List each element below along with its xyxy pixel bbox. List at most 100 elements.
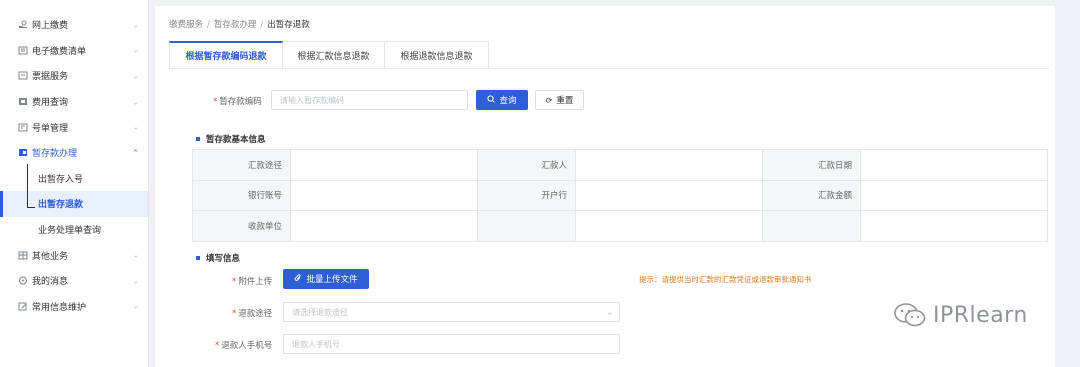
breadcrumb: 缴费服务 / 暂存款办理 / 出暂存退款 bbox=[169, 18, 310, 30]
refund-method-select[interactable]: 请选择退款途径 ⌄ bbox=[283, 302, 620, 322]
sidebar-subitem-label: 出暂存退款 bbox=[38, 200, 84, 211]
sidebar: 网上缴费 ⌄ 电子缴费清单 ⌄ 票据服务 ⌄ 费用查询 ⌄ 号单管理 ⌄ 暂存款… bbox=[0, 0, 149, 367]
attachment-label: * 附件上传 bbox=[232, 275, 272, 287]
chevron-down-icon: ⌄ bbox=[132, 276, 139, 286]
chevron-down-icon: ⌄ bbox=[132, 97, 139, 107]
attachment-label-text: 附件上传 bbox=[238, 277, 273, 287]
sidebar-item-label: 常用信息维护 bbox=[32, 302, 87, 313]
sidebar-item-temporary-deposit[interactable]: 暂存款办理 ⌃ bbox=[0, 140, 148, 166]
table-value bbox=[290, 149, 478, 181]
sidebar-item-other-business[interactable]: 其他业务 ⌄ bbox=[0, 242, 148, 268]
table-key: 汇款金额 bbox=[762, 179, 861, 211]
required-mark: * bbox=[213, 97, 218, 107]
table-key bbox=[477, 210, 576, 242]
section-dot bbox=[196, 256, 200, 260]
breadcrumb-current: 出暂存退款 bbox=[267, 20, 310, 30]
sidebar-subitem-label: 出暂存入号 bbox=[38, 174, 84, 185]
chevron-down-icon: ⌄ bbox=[132, 250, 139, 260]
sidebar-item-label: 票据服务 bbox=[32, 72, 69, 83]
sidebar-item-fee-query[interactable]: 费用查询 ⌄ bbox=[0, 89, 148, 115]
watermark: IPRlearn bbox=[893, 302, 1028, 328]
deposit-code-label: * 暂存款编码 bbox=[213, 95, 262, 107]
table-key: 收款单位 bbox=[192, 210, 291, 242]
sidebar-subitem-deposit-refund[interactable]: 出暂存退款 bbox=[0, 191, 148, 217]
table-value bbox=[860, 149, 1048, 181]
sidebar-subitem-label: 业务处理单查询 bbox=[38, 226, 102, 237]
tab-divider bbox=[169, 68, 1049, 69]
tab-refund-by-deposit-code[interactable]: 根据暂存款编码退款 bbox=[169, 41, 283, 69]
receipt-icon bbox=[18, 71, 28, 80]
sidebar-item-label: 费用查询 bbox=[32, 98, 69, 109]
chevron-down-icon: ⌄ bbox=[132, 71, 139, 81]
table-value bbox=[860, 210, 1048, 242]
chevron-down-icon: ⌄ bbox=[606, 307, 613, 317]
table-key: 汇款人 bbox=[477, 149, 576, 181]
chevron-up-icon: ⌃ bbox=[132, 148, 139, 158]
table-value bbox=[575, 149, 763, 181]
tree-connector-tick bbox=[27, 207, 35, 208]
deposit-code-input[interactable]: 请输入暂存款编码 bbox=[271, 90, 468, 110]
sidebar-item-my-messages[interactable]: 我的消息 ⌄ bbox=[0, 268, 148, 294]
sidebar-item-label: 其他业务 bbox=[32, 251, 69, 262]
chevron-down-icon: ⌄ bbox=[132, 45, 139, 55]
table-row: 汇款途径 汇款人 汇款日期 bbox=[192, 149, 1048, 181]
required-mark: * bbox=[232, 309, 237, 319]
sidebar-item-label: 暂存款办理 bbox=[32, 149, 78, 160]
table-key: 银行账号 bbox=[192, 179, 291, 211]
search-fee-icon bbox=[18, 97, 28, 106]
wechat-icon bbox=[894, 303, 926, 327]
tab-refund-by-refund-info[interactable]: 根据退款信息退款 bbox=[385, 41, 489, 69]
sidebar-subitem-order-query[interactable]: 业务处理单查询 bbox=[0, 217, 148, 243]
table-key: 开户行 bbox=[477, 179, 576, 211]
tab-bar: 根据暂存款编码退款 根据汇款信息退款 根据退款信息退款 bbox=[169, 41, 489, 69]
sidebar-item-receipt-service[interactable]: 票据服务 ⌄ bbox=[0, 63, 148, 89]
sidebar-item-online-payment[interactable]: 网上缴费 ⌄ bbox=[0, 12, 148, 38]
refund-method-placeholder: 请选择退款途径 bbox=[292, 307, 348, 317]
section-title-text: 暂存款基本信息 bbox=[206, 135, 266, 145]
paperclip-icon bbox=[294, 274, 302, 284]
breadcrumb-level1[interactable]: 缴费服务 bbox=[169, 20, 203, 30]
table-value bbox=[860, 179, 1048, 211]
section-dot bbox=[196, 137, 200, 141]
table-row: 收款单位 bbox=[192, 210, 1048, 242]
table-key bbox=[762, 210, 861, 242]
required-mark: * bbox=[232, 277, 237, 287]
sidebar-item-label: 电子缴费清单 bbox=[32, 46, 87, 57]
upload-hint: 提示：请提供当时汇款的汇款凭证或退款审批通知书 bbox=[639, 275, 812, 284]
table-row: 银行账号 开户行 汇款金额 bbox=[192, 179, 1048, 211]
deposit-code-label-text: 暂存款编码 bbox=[219, 97, 262, 107]
list-icon bbox=[18, 46, 28, 55]
search-button-label: 查询 bbox=[499, 96, 517, 106]
table-key: 汇款日期 bbox=[762, 149, 861, 181]
chevron-down-icon: ⌄ bbox=[132, 20, 139, 30]
batch-upload-button[interactable]: 批量上传文件 bbox=[283, 269, 369, 289]
deposit-info-table: 汇款途径 汇款人 汇款日期 银行账号 开户行 汇款金额 收款单位 bbox=[192, 149, 1048, 242]
refund-method-label-text: 退款途径 bbox=[238, 309, 273, 319]
chevron-down-icon: ⌄ bbox=[132, 122, 139, 132]
document-icon bbox=[18, 123, 28, 132]
breadcrumb-level2[interactable]: 暂存款办理 bbox=[214, 20, 257, 30]
batch-upload-button-label: 批量上传文件 bbox=[306, 275, 358, 285]
sidebar-item-label: 号单管理 bbox=[32, 123, 69, 134]
sidebar-item-e-payment-list[interactable]: 电子缴费清单 ⌄ bbox=[0, 38, 148, 64]
table-value bbox=[575, 179, 763, 211]
phone-input[interactable]: 退款人手机号 bbox=[283, 334, 620, 354]
search-icon bbox=[487, 95, 496, 105]
grid-icon bbox=[18, 251, 28, 260]
sidebar-item-number-management[interactable]: 号单管理 ⌄ bbox=[0, 114, 148, 140]
watermark-text: IPRlearn bbox=[933, 302, 1028, 328]
reset-button-label: 重置 bbox=[556, 96, 574, 106]
phone-placeholder: 退款人手机号 bbox=[292, 339, 340, 349]
breadcrumb-separator: / bbox=[207, 20, 210, 30]
hand-pay-icon bbox=[18, 20, 28, 29]
section-title-text: 填写信息 bbox=[206, 254, 241, 264]
tab-refund-by-remittance-info[interactable]: 根据汇款信息退款 bbox=[283, 41, 385, 69]
sidebar-subitem-deposit-in[interactable]: 出暂存入号 bbox=[0, 166, 148, 192]
table-key: 汇款途径 bbox=[192, 149, 291, 181]
search-button[interactable]: 查询 bbox=[476, 90, 528, 110]
sidebar-item-info-maintenance[interactable]: 常用信息维护 ⌄ bbox=[0, 294, 148, 320]
reset-button[interactable]: ⟳ 重置 bbox=[535, 90, 584, 110]
phone-label-text: 退款人手机号 bbox=[221, 341, 273, 351]
table-value bbox=[290, 210, 478, 242]
edit-icon bbox=[18, 302, 28, 311]
